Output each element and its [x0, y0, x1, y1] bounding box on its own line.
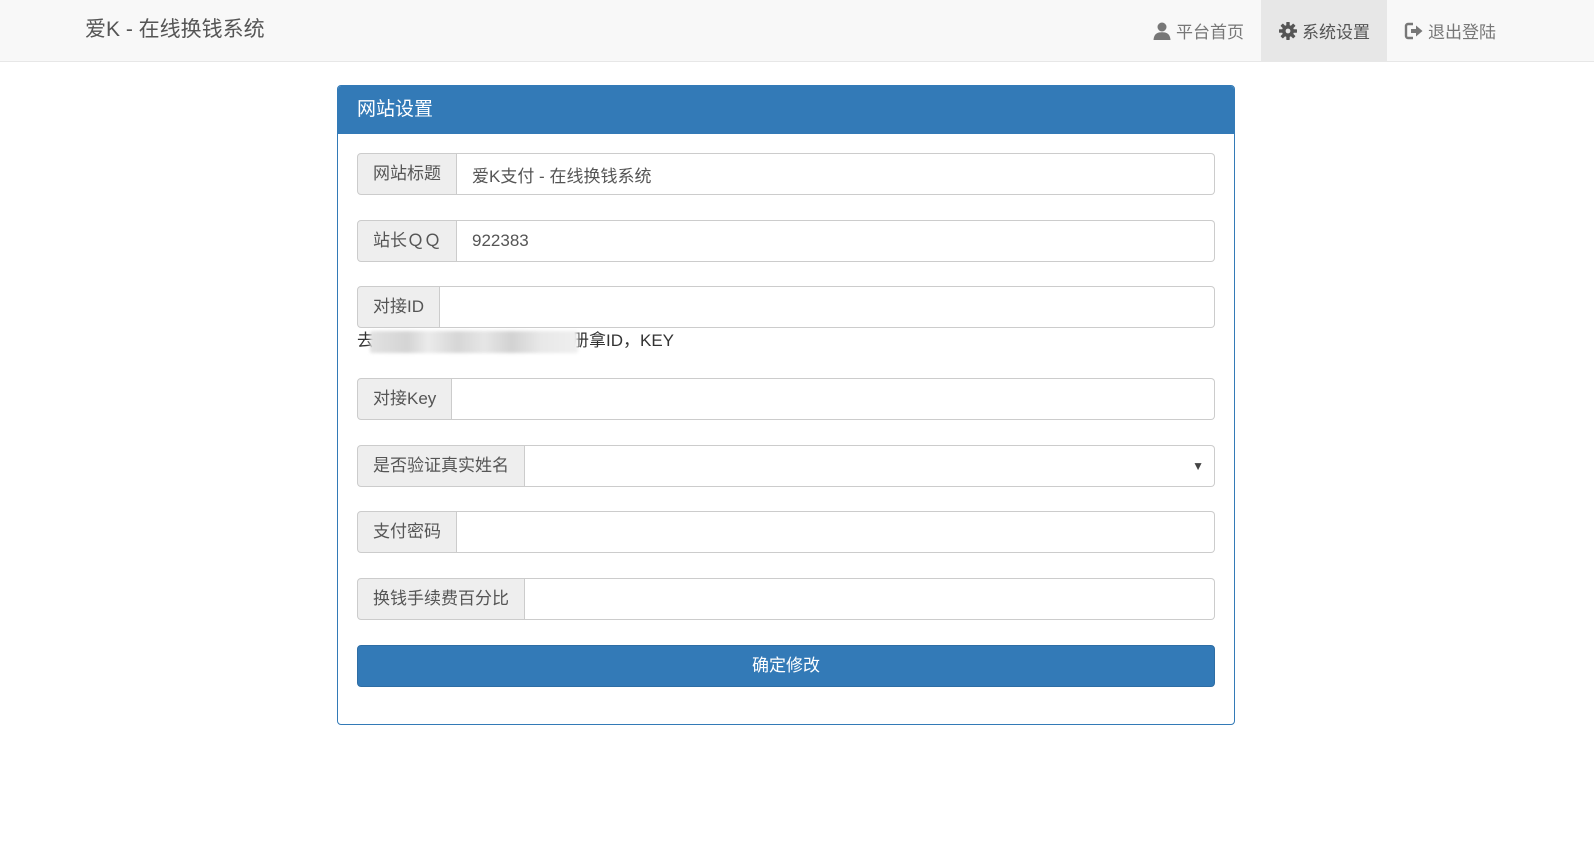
help-text-suffix: 册拿ID，KEY — [572, 331, 675, 350]
site-title-group: 网站标题 — [357, 153, 1215, 195]
api-id-group: 对接ID — [357, 286, 1215, 328]
nav-item-home[interactable]: 平台首页 — [1135, 0, 1261, 61]
dropdown-arrow-icon: ▼ — [1192, 459, 1204, 473]
top-navbar: 爱K - 在线换钱系统 平台首页 系统设置 退出登陆 — [0, 0, 1594, 62]
gear-icon — [1278, 21, 1298, 41]
site-title-input[interactable] — [457, 153, 1215, 195]
submit-button[interactable]: 确定修改 — [357, 645, 1215, 687]
api-key-input[interactable] — [452, 378, 1215, 420]
api-key-label: 对接Key — [357, 378, 453, 420]
pay-password-input[interactable] — [457, 511, 1215, 553]
pay-password-label: 支付密码 — [357, 511, 457, 553]
fee-percent-input[interactable] — [525, 578, 1215, 620]
qq-input[interactable] — [457, 220, 1215, 262]
logout-icon — [1404, 21, 1424, 41]
fee-percent-label: 换钱手续费百分比 — [357, 578, 525, 620]
pay-password-group: 支付密码 — [357, 511, 1215, 553]
nav-item-home-label: 平台首页 — [1176, 23, 1244, 42]
user-icon — [1152, 21, 1172, 41]
nav-menu: 平台首页 系统设置 退出登陆 — [1135, 0, 1513, 61]
nav-item-settings[interactable]: 系统设置 — [1261, 0, 1387, 61]
site-settings-panel: 网站设置 网站标题 站长ＱＱ 对接ID 去册拿ID，KEY 对接Key 是否验证… — [337, 85, 1235, 725]
panel-title: 网站设置 — [338, 86, 1234, 134]
nav-item-logout[interactable]: 退出登陆 — [1387, 0, 1513, 61]
redacted-link-blur — [370, 330, 578, 353]
qq-label: 站长ＱＱ — [357, 220, 457, 262]
api-id-input[interactable] — [440, 286, 1215, 328]
api-help-text: 去册拿ID，KEY — [357, 329, 674, 353]
verify-realname-label: 是否验证真实姓名 — [357, 445, 525, 487]
api-id-label: 对接ID — [357, 286, 440, 328]
api-key-group: 对接Key — [357, 378, 1215, 420]
fee-percent-group: 换钱手续费百分比 — [357, 578, 1215, 620]
verify-realname-select[interactable]: ▼ — [525, 445, 1215, 487]
nav-item-logout-label: 退出登陆 — [1428, 23, 1496, 42]
qq-group: 站长ＱＱ — [357, 220, 1215, 262]
site-title-label: 网站标题 — [357, 153, 457, 195]
verify-realname-group: 是否验证真实姓名 ▼ — [357, 445, 1215, 487]
brand-title[interactable]: 爱K - 在线换钱系统 — [85, 16, 265, 44]
nav-item-settings-label: 系统设置 — [1302, 23, 1370, 42]
